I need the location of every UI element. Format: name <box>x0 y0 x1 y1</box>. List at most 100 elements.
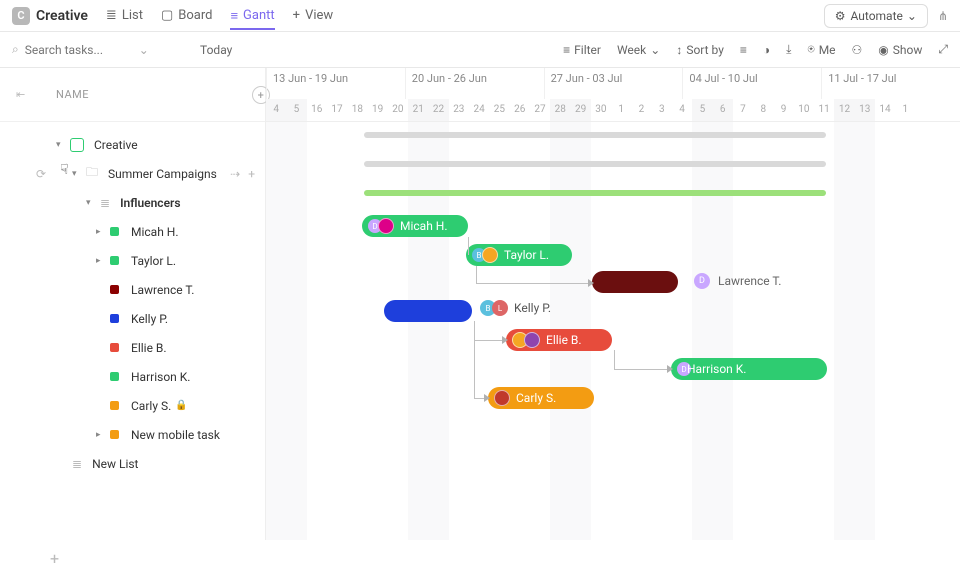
user-icon: ⍟ <box>807 42 814 57</box>
gantt-bar-carly[interactable]: Carly S. <box>488 387 594 409</box>
sort-button[interactable]: ↕Sort by <box>676 43 724 57</box>
caret-icon[interactable]: ▸ <box>96 430 106 440</box>
task-label: Ellie B. <box>131 341 167 355</box>
filter-icon: ≡ <box>563 43 570 57</box>
gantt-bar-harrison[interactable]: D Harrison K. <box>671 358 827 380</box>
hide-weekends-icon[interactable]: ◑ <box>763 43 770 57</box>
task-row[interactable]: Kelly P. <box>0 304 265 333</box>
view-tab-board[interactable]: ▢Board <box>161 8 213 23</box>
gantt-bar-ellie[interactable]: Ellie B. <box>506 329 612 351</box>
day-header: 2 <box>631 99 651 121</box>
day-header: 23 <box>449 99 469 121</box>
collapse-sidebar-icon[interactable]: ⇤ <box>16 88 26 101</box>
new-list-row[interactable]: ≣ New List <box>0 449 265 478</box>
task-row[interactable]: Harrison K. <box>0 362 265 391</box>
board-icon: ▢ <box>161 8 173 23</box>
day-header: 5 <box>692 99 712 121</box>
day-header: 21 <box>408 99 428 121</box>
group-week-button[interactable]: Week⌄ <box>617 43 660 57</box>
gantt-bar-taylor[interactable]: B Taylor L. <box>466 244 572 266</box>
reschedule-icon[interactable]: ≡ <box>740 43 747 57</box>
task-row[interactable]: Ellie B. <box>0 333 265 362</box>
caret-icon[interactable]: ▾ <box>56 140 66 150</box>
day-header: 4 <box>672 99 692 121</box>
day-header: 8 <box>753 99 773 121</box>
avatar <box>378 218 394 234</box>
eye-icon: ◉ <box>878 43 888 57</box>
day-header: 18 <box>347 99 367 121</box>
assignee-badge: D <box>694 273 710 289</box>
search-input[interactable] <box>25 43 135 57</box>
task-label: Taylor L. <box>131 254 176 268</box>
week-header: 11 Jul - 17 Jul <box>821 68 960 99</box>
status-dot <box>110 256 119 265</box>
plus-icon: + <box>293 8 300 23</box>
day-header: 28 <box>550 99 570 121</box>
day-header: 27 <box>530 99 550 121</box>
week-header: 04 Jul - 10 Jul <box>682 68 821 99</box>
automate-icon: ⚙ <box>835 9 846 23</box>
caret-icon[interactable]: ▸ <box>96 256 106 266</box>
day-header: 3 <box>652 99 672 121</box>
task-row[interactable]: Carly S.🔒 <box>0 391 265 420</box>
sync-icon[interactable]: ⟳ <box>36 167 46 181</box>
gantt-summary-list[interactable] <box>364 190 826 196</box>
caret-icon[interactable]: ▸ <box>96 227 106 237</box>
gantt-kelly-meta: B L Kelly P. <box>480 300 551 316</box>
gantt-bar-lawrence[interactable] <box>592 271 678 293</box>
task-label: Micah H. <box>131 225 179 239</box>
view-tab-add[interactable]: +View <box>293 8 334 23</box>
tree-list-row[interactable]: ▾ ≣ Influencers <box>0 188 265 217</box>
task-row[interactable]: ▸ Micah H. <box>0 217 265 246</box>
export-icon[interactable]: ⤓ <box>786 42 791 57</box>
tree-space-row[interactable]: ▾ Creative <box>0 130 265 159</box>
assignees-icon[interactable]: ⚇ <box>852 43 863 57</box>
filter-button[interactable]: ≡Filter <box>563 43 601 57</box>
space-label: Creative <box>94 138 138 152</box>
day-header: 10 <box>794 99 814 121</box>
bar-label: Micah H. <box>400 219 448 233</box>
day-header: 29 <box>570 99 590 121</box>
view-tab-list[interactable]: ≣List <box>106 8 143 23</box>
task-label: Harrison K. <box>131 370 190 384</box>
me-button[interactable]: ⍟Me <box>807 42 835 57</box>
gantt-summary-space[interactable] <box>364 132 826 138</box>
task-label: New mobile task <box>131 428 220 442</box>
folder-icon: 🗀 <box>86 163 98 184</box>
chevron-down-icon[interactable]: ⌄ <box>139 43 149 57</box>
day-header: 1 <box>895 99 915 121</box>
day-header: 4 <box>266 99 286 121</box>
task-row[interactable]: Lawrence T. <box>0 275 265 304</box>
tree-folder-row[interactable]: ⟳ ▾ 🗀 Summer Campaigns ⇢+ <box>0 159 265 188</box>
task-row[interactable]: ▸ New mobile task <box>0 420 265 449</box>
expand-icon[interactable]: ⤢ <box>938 42 948 57</box>
share-icon[interactable]: ⋔ <box>938 9 948 23</box>
space-badge[interactable]: C <box>12 7 30 25</box>
gantt-bar-kelly[interactable] <box>384 300 472 322</box>
add-list-button[interactable]: + <box>50 549 59 568</box>
today-button[interactable]: Today <box>200 43 232 57</box>
gantt-bar-micah[interactable]: D Micah H. <box>362 215 468 237</box>
caret-icon[interactable]: ▾ <box>72 169 82 179</box>
caret-icon[interactable]: ▾ <box>86 198 96 208</box>
gantt-summary-folder[interactable] <box>364 161 826 167</box>
automate-button[interactable]: ⚙Automate⌄ <box>824 4 928 28</box>
task-row[interactable]: ▸ Taylor L. <box>0 246 265 275</box>
space-icon <box>70 138 84 152</box>
search-input-wrap[interactable]: ⌕ ⌄ <box>12 42 172 57</box>
week-header: 20 Jun - 26 Jun <box>405 68 544 99</box>
add-task-icon[interactable]: + <box>248 167 255 181</box>
goto-icon[interactable]: ⇢ <box>230 167 240 181</box>
list-icon: ≣ <box>72 457 82 471</box>
space-name[interactable]: Creative <box>36 8 88 24</box>
view-tab-gantt[interactable]: ≡Gantt <box>230 8 274 30</box>
day-header: 5 <box>286 99 306 121</box>
status-dot <box>110 372 119 381</box>
bar-label: Harrison K. <box>687 362 746 376</box>
task-label: Kelly P. <box>131 312 168 326</box>
gantt-unscheduled-lawrence[interactable]: D Lawrence T. <box>694 273 781 289</box>
avatar <box>524 332 540 348</box>
show-button[interactable]: ◉Show <box>878 43 922 57</box>
day-header: 30 <box>591 99 611 121</box>
search-icon: ⌕ <box>12 42 19 57</box>
